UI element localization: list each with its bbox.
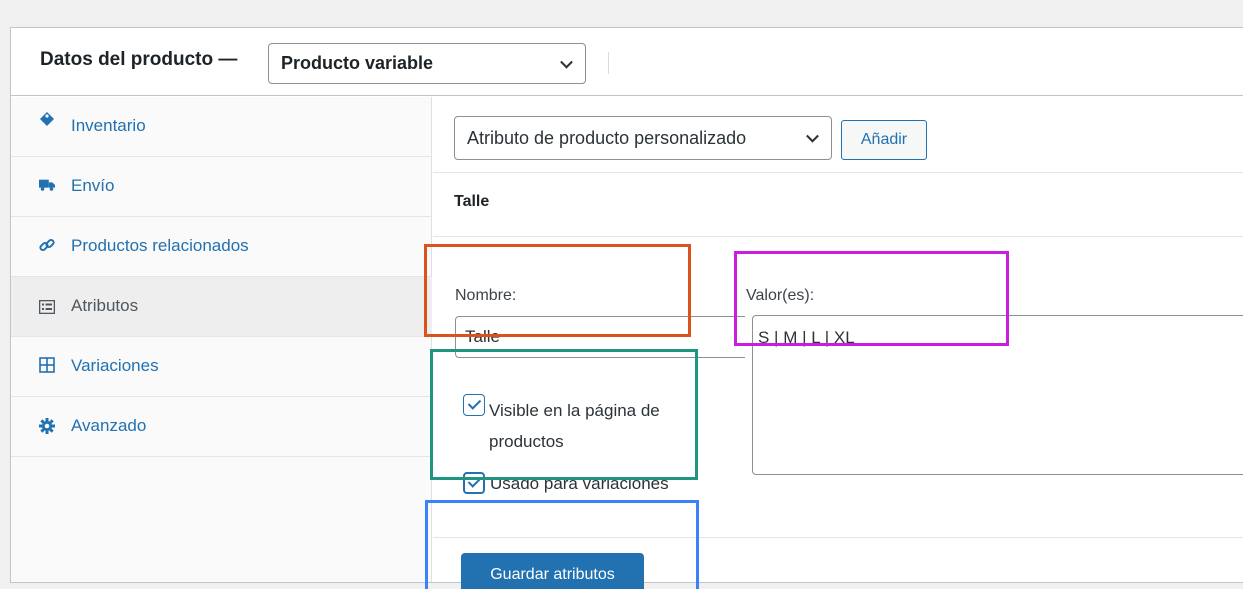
tab-label: Variaciones [71,356,159,375]
visible-checkbox-label: Visible en la página de productos [489,401,660,451]
attributes-panel: Atributo de producto personalizado Añadi… [433,97,1243,589]
product-type-value: Producto variable [281,53,434,73]
truck-icon [39,177,55,193]
gear-icon [39,418,55,434]
tab-envio[interactable]: Envío [11,157,432,217]
values-label: Valor(es): [746,287,815,304]
chevron-down-icon [560,55,573,69]
attribute-values-textarea[interactable]: S | M | L | XL [752,315,1243,475]
tag-icon [39,111,55,127]
grid-icon [39,357,55,373]
tab-variaciones[interactable]: Variaciones [11,337,432,397]
attribute-toolbar: Atributo de producto personalizado Añadi… [433,97,1243,173]
add-attribute-button[interactable]: Añadir [841,120,927,160]
tab-label: Atributos [71,296,139,315]
product-data-tabs: Inventario Envío Productos relacionados … [11,97,432,582]
tab-atributos[interactable]: Atributos [11,277,432,337]
tab-label: Envío [71,176,115,195]
product-data-title: Datos del producto — [40,49,238,70]
name-label: Nombre: [455,287,517,304]
chevron-down-icon [806,129,819,143]
checkmark-icon [467,396,481,410]
checkmark-icon [467,474,481,488]
attribute-type-select[interactable]: Atributo de producto personalizado [454,116,832,160]
attribute-name-input[interactable]: Talle [455,316,745,358]
attribute-title[interactable]: Talle [454,193,489,211]
product-type-select[interactable]: Producto variable [268,43,586,84]
tab-avanzado[interactable]: Avanzado [11,397,432,457]
save-attributes-button[interactable]: Guardar atributos [461,553,644,589]
header-divider [608,52,609,74]
link-icon [39,237,55,253]
panel-header: Datos del producto — Producto variable [11,28,1243,96]
visible-checkbox[interactable] [463,394,485,416]
divider [433,236,1243,237]
product-data-panel: Datos del producto — Producto variable I… [10,27,1243,589]
tab-inventario[interactable]: Inventario [11,97,432,157]
tab-label: Inventario [71,116,146,135]
variations-checkbox[interactable] [463,472,485,494]
tab-productos-relacionados[interactable]: Productos relacionados [11,217,432,277]
list-icon [39,299,55,315]
attribute-type-value: Atributo de producto personalizado [467,127,747,148]
tab-label: Productos relacionados [71,236,249,255]
variations-checkbox-label: Usado para variaciones [490,474,669,493]
tab-label: Avanzado [71,416,147,435]
divider [433,537,1243,538]
